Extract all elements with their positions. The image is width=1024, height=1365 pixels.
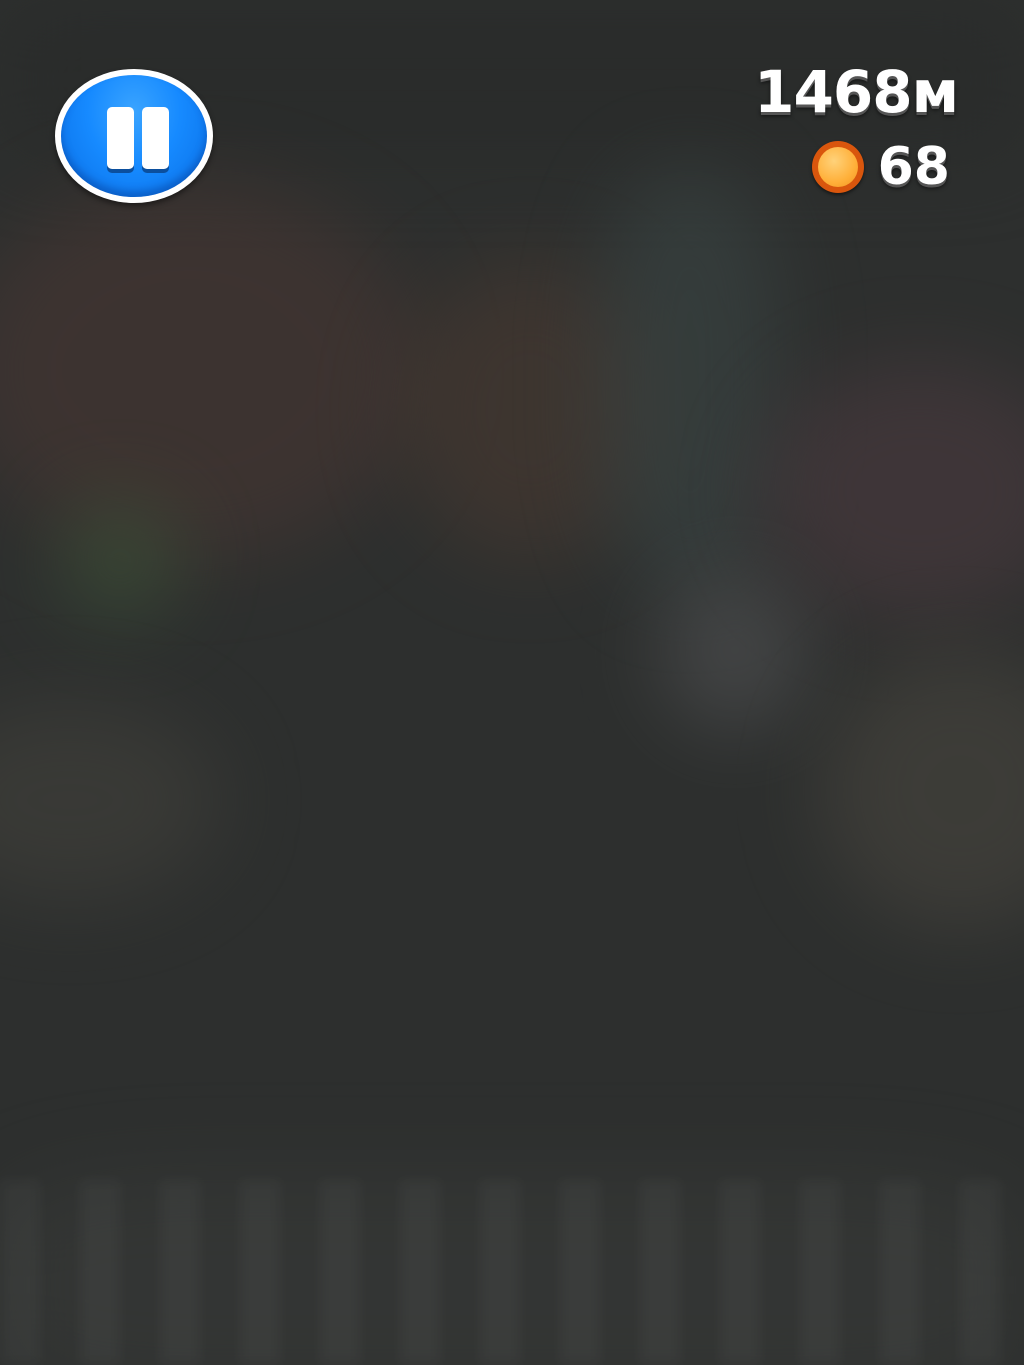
background-blur (760, 360, 1024, 620)
pause-icon (61, 75, 207, 197)
coin-icon (811, 141, 864, 193)
background-blur (0, 700, 220, 900)
pause-bar-right (142, 107, 169, 169)
game-scene: 1468м 68 (0, 0, 1024, 1365)
coin-counter: 68 (811, 137, 950, 197)
coin-count: 68 (877, 137, 950, 197)
background-blur (400, 260, 660, 560)
background-blur (0, 180, 420, 560)
distance-counter: 1468м (754, 58, 959, 126)
track-blur (0, 1180, 1024, 1365)
background-blur (600, 170, 780, 590)
background-blur (820, 650, 1024, 930)
background-blur (60, 500, 180, 620)
pause-bar-left (107, 107, 134, 169)
background-blur (660, 570, 810, 730)
pause-button[interactable] (55, 69, 213, 203)
